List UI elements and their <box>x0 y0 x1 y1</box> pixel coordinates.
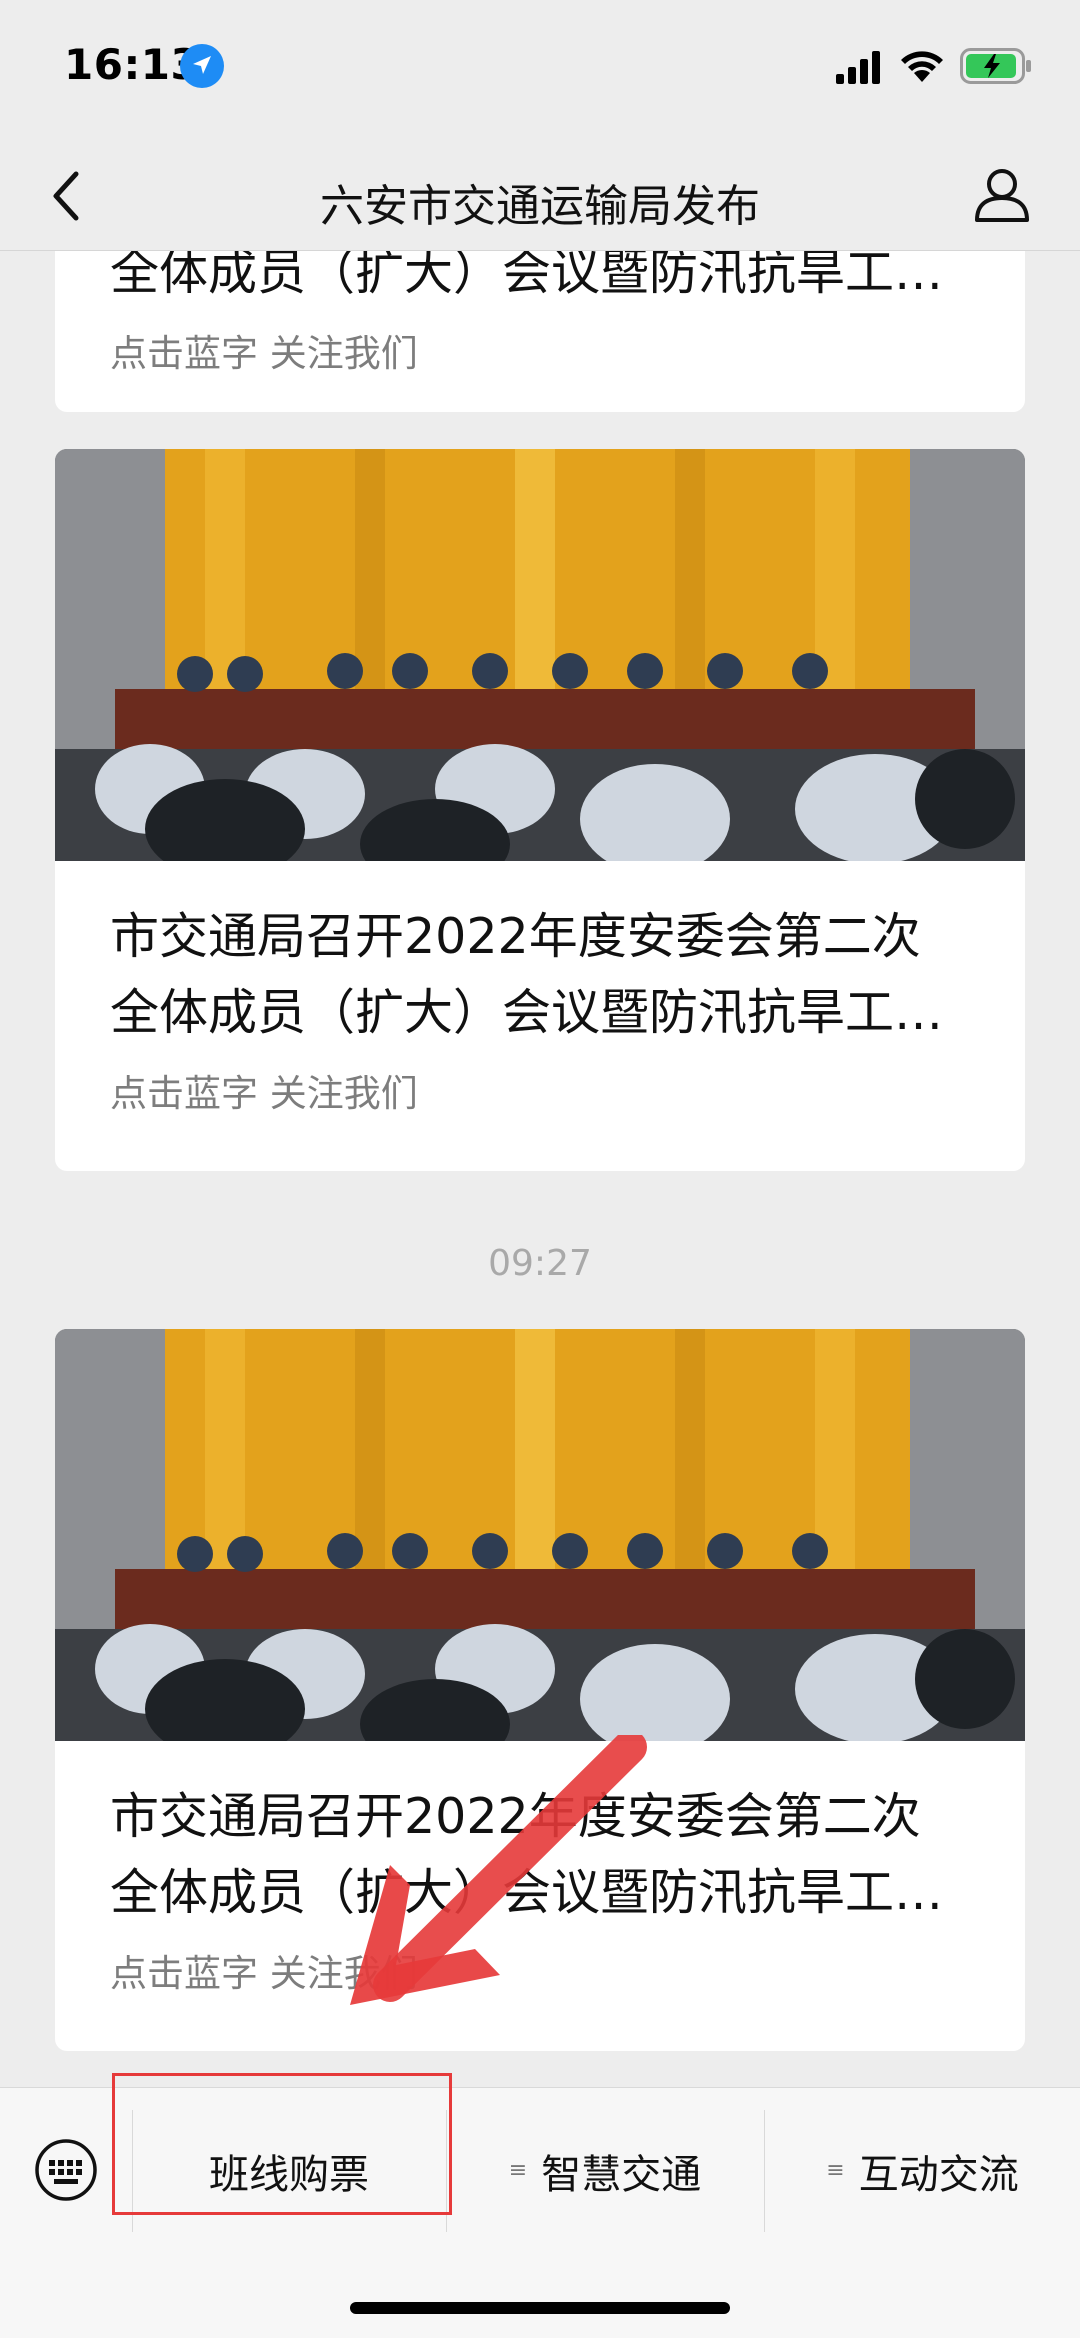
article-title-line2: 全体成员（扩大）会议暨防汛抗旱工… <box>110 984 944 1041</box>
annotation-highlight-box <box>112 2073 452 2215</box>
signal-icon <box>836 51 880 84</box>
message-timestamp: 09:27 <box>488 1243 592 1284</box>
status-bar: 16:13 <box>0 0 1080 140</box>
annotation-arrow-icon <box>350 1735 647 2005</box>
submenu-icon: ≡ <box>826 2158 845 2183</box>
article-title: 市交通局召开2022年度安委会第二次 <box>110 908 921 965</box>
article-card[interactable]: 全体成员（扩大）会议暨防汛抗旱工… 点击蓝字 关注我们 <box>55 251 1025 412</box>
menu-item-label: 互动交流 <box>858 2151 1019 2198</box>
article-subtitle: 点击蓝字 关注我们 <box>110 1072 418 1115</box>
page-title: 六安市交通运输局发布 <box>320 181 760 232</box>
meeting-photo <box>55 449 1025 861</box>
submenu-icon: ≡ <box>508 2158 528 2183</box>
wifi-icon <box>901 51 943 82</box>
menu-item-label: 智慧交通 <box>541 2151 702 2198</box>
location-arrow-icon <box>180 44 224 88</box>
menu-item-interaction[interactable]: ≡ 互动交流 <box>765 2088 1080 2253</box>
article-subtitle: 点击蓝字 关注我们 <box>110 332 418 375</box>
article-card[interactable]: 市交通局召开2022年度安委会第二次 全体成员（扩大）会议暨防汛抗旱工… 点击蓝… <box>55 449 1025 1171</box>
home-indicator[interactable] <box>350 2302 730 2314</box>
menu-item-smart-traffic[interactable]: ≡ 智慧交通 <box>447 2088 763 2253</box>
meeting-photo <box>55 1329 1025 1741</box>
person-icon[interactable] <box>972 164 1032 224</box>
nav-bar: 六安市交通运输局发布 <box>0 140 1080 251</box>
article-title: 全体成员（扩大）会议暨防汛抗旱工… <box>110 251 944 301</box>
keyboard-icon[interactable] <box>34 2138 98 2202</box>
battery-charging-icon <box>960 48 1031 84</box>
